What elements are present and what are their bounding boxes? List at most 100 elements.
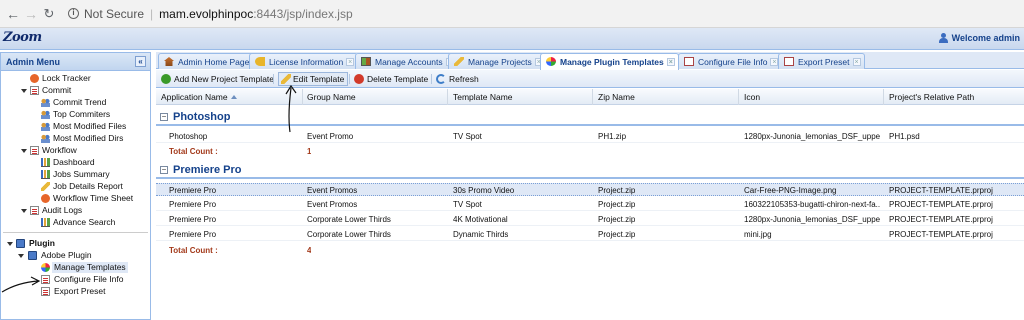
column-header-zip-name[interactable]: Zip Name — [598, 92, 635, 102]
close-icon[interactable]: × — [666, 58, 675, 66]
group-name: Premiere Pro — [173, 164, 242, 176]
tree-item-most-modified-files[interactable]: Most Modified Files — [1, 121, 150, 132]
cell-application-name: Premiere Pro — [169, 215, 217, 224]
column-header-relative-path[interactable]: Project's Relative Path — [889, 92, 974, 102]
address-bar[interactable]: i Not Secure | mam.evolphinpoc:8443/jsp/… — [68, 7, 353, 21]
grid-header: Application Name Group Name Template Nam… — [156, 89, 1024, 105]
refresh-button[interactable]: Refresh — [436, 73, 479, 85]
expand-icon[interactable] — [21, 89, 27, 93]
info-icon[interactable]: i — [68, 8, 79, 19]
cell-icon: 1280px-Junonia_lemonias_DSF_uppe... — [744, 215, 880, 224]
lock-tracker-icon — [30, 74, 39, 83]
browser-toolbar: ← → ↻ i Not Secure | mam.evolphinpoc:844… — [0, 0, 1024, 28]
folder-icon — [30, 86, 39, 95]
cell-group-name: Corporate Lower Thirds — [307, 230, 391, 239]
column-separator[interactable] — [447, 89, 448, 105]
tree-divider — [3, 232, 148, 233]
cell-icon: 1280px-Junonia_lemonias_DSF_uppe... — [744, 132, 880, 141]
admin-menu-title: Admin Menu — [6, 57, 60, 67]
tab-license-information[interactable]: License Information × — [249, 53, 359, 69]
reload-icon[interactable]: ↻ — [40, 5, 58, 23]
group-header-photoshop[interactable]: − Photoshop — [156, 109, 1024, 126]
toolbar-separator — [431, 74, 432, 84]
expand-icon[interactable] — [21, 209, 27, 213]
delete-icon — [354, 74, 364, 84]
tree-item-lock-tracker[interactable]: Lock Tracker — [1, 73, 150, 84]
admin-menu-tree: Lock Tracker Commit Commit Trend Top Com… — [1, 71, 150, 296]
top-commiters-icon — [41, 110, 50, 119]
table-row[interactable]: Premiere Pro Event Promos TV Spot Projec… — [156, 198, 1024, 211]
column-separator[interactable] — [738, 89, 739, 105]
expand-icon[interactable] — [21, 149, 27, 153]
collapse-group-icon[interactable]: − — [160, 166, 168, 174]
collapse-group-icon[interactable]: − — [160, 113, 168, 121]
tree-item-adobe-plugin[interactable]: Adobe Plugin — [1, 250, 150, 261]
commit-trend-icon — [41, 98, 50, 107]
tree-item-manage-templates[interactable]: Manage Templates — [1, 262, 150, 273]
tree-item-top-commiters[interactable]: Top Commiters — [1, 109, 150, 120]
forward-arrow-icon[interactable]: → — [22, 5, 40, 23]
app-logo: Zoom — [3, 30, 42, 45]
url-path: :8443/jsp/index.jsp — [253, 6, 353, 21]
table-row-selected[interactable]: Premiere Pro Event Promos 30s Promo Vide… — [156, 183, 1024, 196]
expand-icon[interactable] — [18, 254, 24, 258]
tab-configure-file-info[interactable]: Configure File Info × — [678, 53, 783, 69]
cell-zip-name: Project.zip — [598, 200, 636, 209]
cell-application-name: Premiere Pro — [169, 230, 217, 239]
column-separator[interactable] — [883, 89, 884, 105]
tree-item-workflow-time-sheet[interactable]: Workflow Time Sheet — [1, 193, 150, 204]
cell-template-name: TV Spot — [453, 200, 482, 209]
back-arrow-icon[interactable]: ← — [4, 5, 22, 23]
tab-manage-plugin-templates[interactable]: Manage Plugin Templates × — [540, 53, 679, 70]
tab-manage-accounts[interactable]: Manage Accounts× — [355, 53, 458, 69]
accounts-icon — [361, 57, 371, 66]
delete-template-button[interactable]: Delete Template — [354, 73, 428, 85]
table-row[interactable]: Premiere Pro Corporate Lower Thirds Dyna… — [156, 228, 1024, 241]
tree-item-configure-file-info[interactable]: Configure File Info — [1, 274, 150, 285]
close-icon[interactable]: × — [346, 58, 355, 66]
report-icon — [41, 182, 50, 191]
folder-icon — [30, 146, 39, 155]
welcome-text: Welcome admin — [951, 33, 1020, 43]
tree-item-advance-search[interactable]: Advance Search — [1, 217, 150, 228]
tree-item-export-preset[interactable]: Export Preset — [1, 286, 150, 297]
cell-application-name: Premiere Pro — [169, 186, 217, 195]
group-total-row: Total Count : 4 — [156, 244, 1024, 256]
sort-ascending-icon — [230, 95, 237, 99]
tree-item-jobs-summary[interactable]: Jobs Summary — [1, 169, 150, 180]
collapse-sidebar-button[interactable]: « — [135, 56, 146, 67]
tree-item-commit-trend[interactable]: Commit Trend — [1, 97, 150, 108]
tree-item-most-modified-dirs[interactable]: Most Modified Dirs — [1, 133, 150, 144]
tab-export-preset[interactable]: Export Preset × — [778, 53, 865, 69]
table-row[interactable]: Premiere Pro Corporate Lower Thirds 4K M… — [156, 213, 1024, 226]
column-separator[interactable] — [592, 89, 593, 105]
column-header-template-name[interactable]: Template Name — [453, 92, 513, 102]
admin-menu-panel: Admin Menu « Lock Tracker Commit Commit … — [0, 52, 151, 320]
group-header-premiere-pro[interactable]: − Premiere Pro — [156, 162, 1024, 179]
tree-item-audit-logs[interactable]: Audit Logs — [1, 205, 150, 216]
folder-icon — [30, 206, 39, 215]
column-header-group-name[interactable]: Group Name — [307, 92, 356, 102]
cell-relative-path: PROJECT-TEMPLATE.prproj — [889, 200, 993, 209]
column-header-application-name[interactable]: Application Name — [161, 92, 237, 102]
close-icon[interactable]: × — [852, 58, 861, 66]
tree-item-dashboard[interactable]: Dashboard — [1, 157, 150, 168]
total-count-value: 4 — [307, 246, 312, 255]
tree-item-workflow[interactable]: Workflow — [1, 145, 150, 156]
tree-item-plugin[interactable]: Plugin — [1, 238, 150, 249]
tree-item-job-details-report[interactable]: Job Details Report — [1, 181, 150, 192]
add-template-button[interactable]: Add New Project Template — [161, 73, 274, 85]
welcome-user[interactable]: Welcome admin — [938, 33, 1020, 43]
column-header-icon[interactable]: Icon — [744, 92, 760, 102]
column-separator[interactable] — [302, 89, 303, 105]
tree-item-commit[interactable]: Commit — [1, 85, 150, 96]
tab-manage-projects[interactable]: Manage Projects × — [448, 53, 547, 69]
group-total-row: Total Count : 1 — [156, 145, 1024, 157]
total-count-label: Total Count : — [169, 147, 218, 156]
pencil-icon — [281, 74, 291, 84]
table-row[interactable]: Photoshop Event Promo TV Spot PH1.zip 12… — [156, 130, 1024, 143]
cell-zip-name: Project.zip — [598, 215, 636, 224]
edit-template-button[interactable]: Edit Template — [278, 72, 349, 86]
most-modified-dirs-icon — [41, 134, 50, 143]
expand-icon[interactable] — [7, 242, 13, 246]
